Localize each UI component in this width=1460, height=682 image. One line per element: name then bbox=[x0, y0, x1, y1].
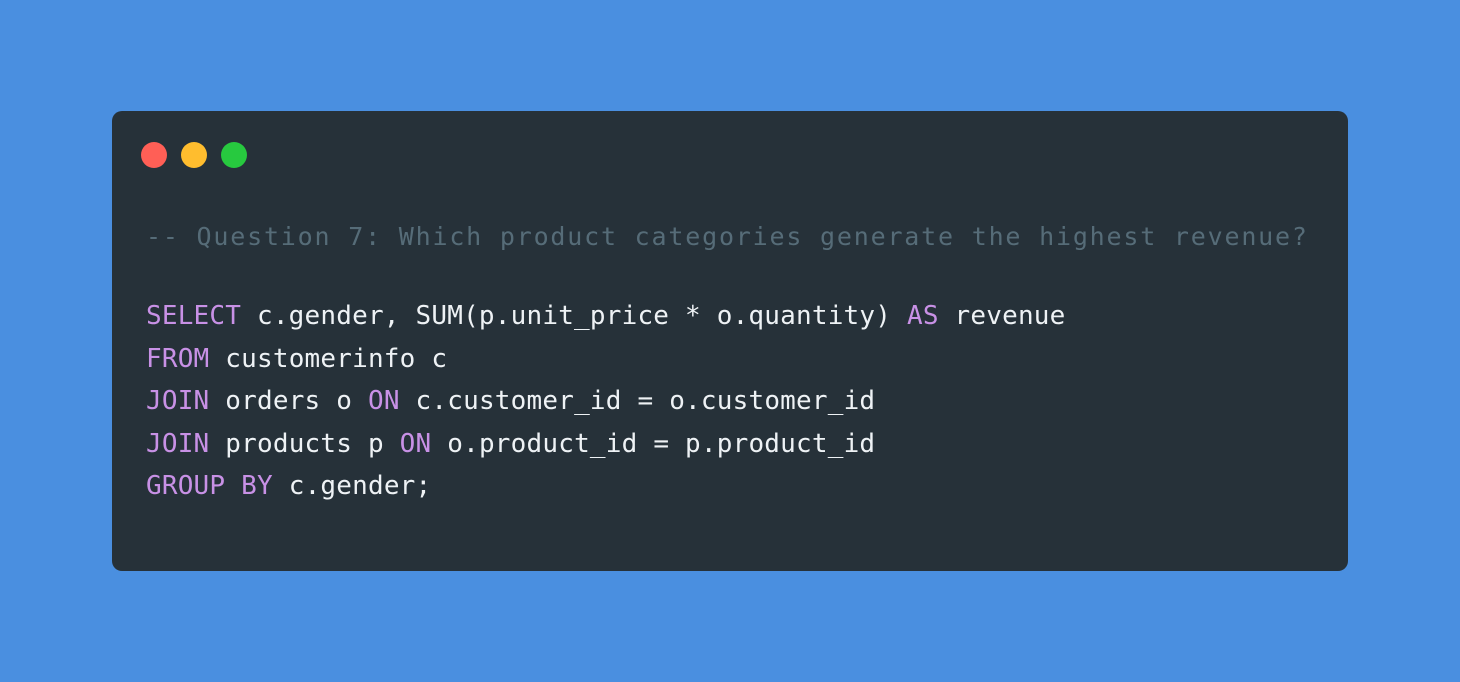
maximize-dot-icon bbox=[221, 142, 247, 168]
code-text: c.customer_id = o.customer_id bbox=[399, 386, 876, 416]
code-line-join-products: JOIN products p ON o.product_id = p.prod… bbox=[146, 423, 1309, 466]
keyword-group: GROUP bbox=[146, 471, 226, 501]
keyword-on: ON bbox=[367, 386, 400, 416]
keyword-join: JOIN bbox=[146, 428, 210, 459]
code-window: -- Question 7: Which product categories … bbox=[112, 111, 1348, 571]
minimize-dot-icon bbox=[181, 142, 207, 168]
code-text: o.product_id = p.product_id bbox=[431, 428, 876, 459]
code-text: revenue bbox=[938, 301, 1066, 331]
keyword-by: BY bbox=[241, 471, 273, 501]
code-text: c.gender, SUM(p.unit_price * o.quantity) bbox=[241, 301, 907, 331]
keyword-from: FROM bbox=[146, 343, 210, 374]
code-block: -- Question 7: Which product categories … bbox=[146, 209, 1309, 508]
code-comment: -- Question 7: Which product categories … bbox=[146, 222, 1309, 251]
keyword-on: ON bbox=[399, 428, 432, 459]
code-text: c.gender; bbox=[272, 471, 432, 501]
code-text: customerinfo c bbox=[209, 343, 448, 374]
keyword-join: JOIN bbox=[146, 386, 210, 416]
code-text: orders o bbox=[209, 386, 368, 416]
code-line-from: FROM customerinfo c bbox=[146, 338, 1309, 381]
code-text: products p bbox=[209, 428, 400, 459]
code-line-group-by: GROUP BY c.gender; bbox=[146, 465, 1309, 508]
keyword-as: AS bbox=[906, 301, 939, 331]
code-line-join-orders: JOIN orders o ON c.customer_id = o.custo… bbox=[146, 380, 1309, 423]
close-dot-icon bbox=[141, 142, 167, 168]
code-line-select: SELECT c.gender, SUM(p.unit_price * o.qu… bbox=[146, 295, 1309, 338]
keyword-select: SELECT bbox=[146, 301, 242, 331]
